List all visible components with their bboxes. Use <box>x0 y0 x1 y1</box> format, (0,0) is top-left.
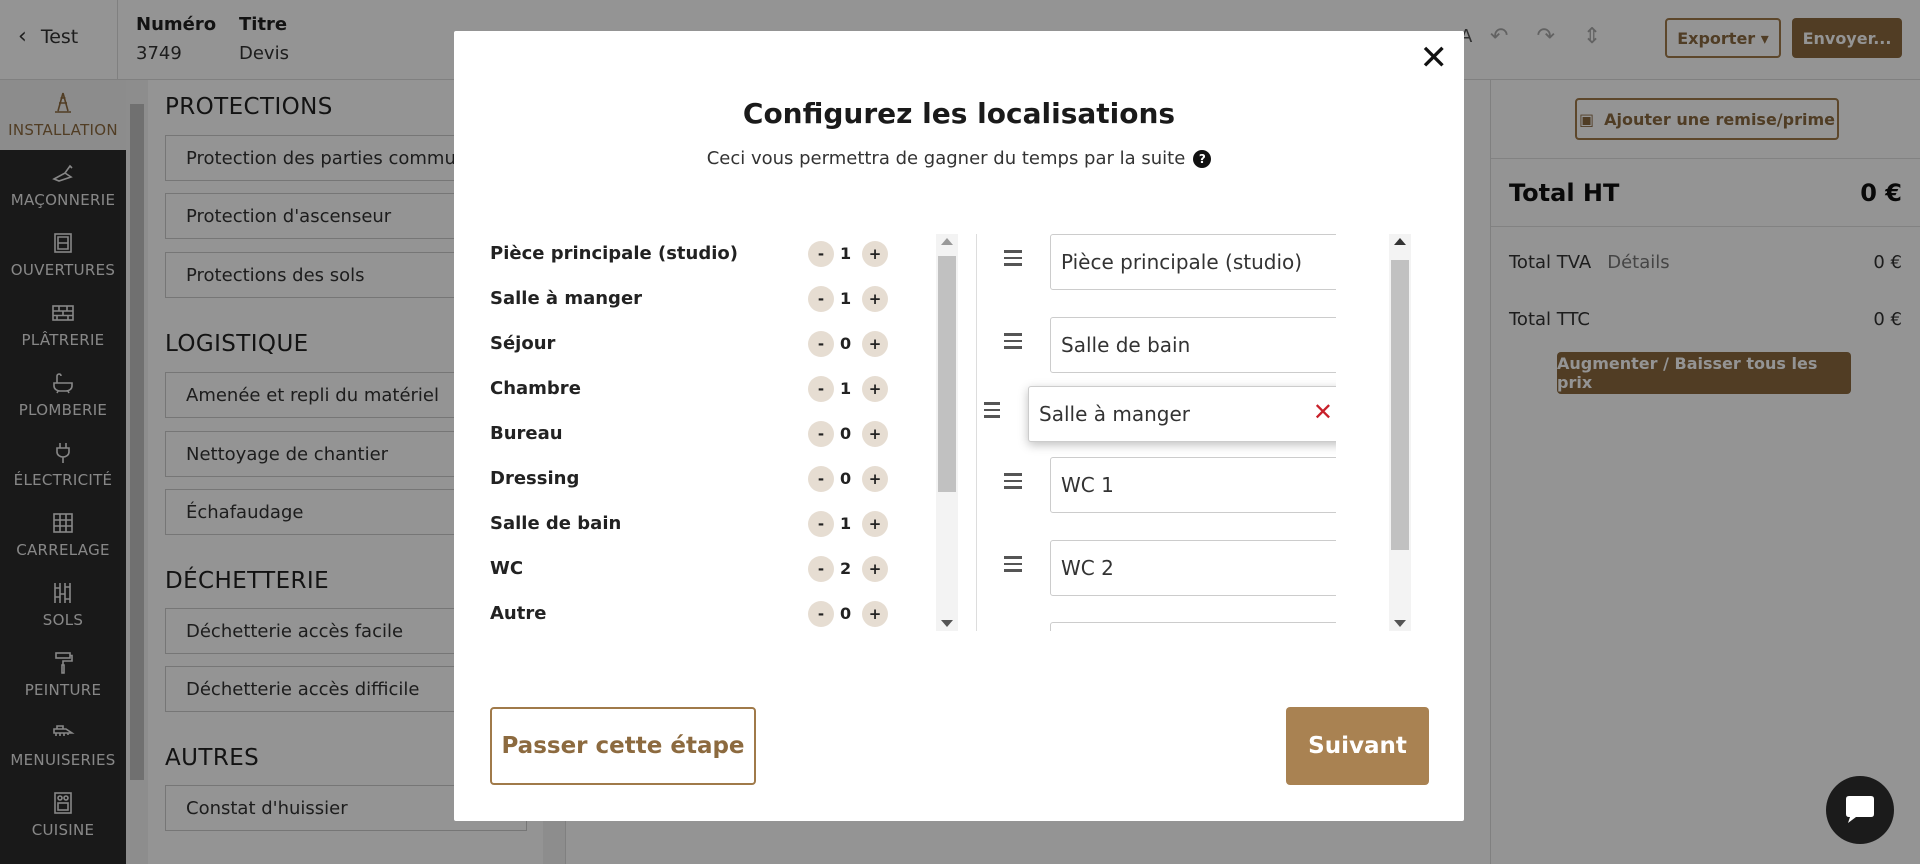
location-item[interactable]: Pièce principale (studio) ✕ <box>984 234 1336 290</box>
chat-button[interactable] <box>1826 776 1894 844</box>
increment-button[interactable]: + <box>862 510 888 537</box>
location-name: WC 2 <box>1061 556 1114 580</box>
delete-icon[interactable]: ✕ <box>1313 400 1333 424</box>
counters-scrollbar[interactable] <box>936 234 958 631</box>
help-icon[interactable]: ? <box>1193 150 1212 168</box>
decrement-button[interactable]: - <box>808 420 834 447</box>
modal-subtitle-text: Ceci vous permettra de gagner du temps p… <box>706 148 1186 169</box>
location-name: WC 1 <box>1061 473 1114 497</box>
counter-name: Pièce principale (studio) <box>490 243 738 264</box>
increment-button[interactable]: + <box>862 555 888 582</box>
decrement-button[interactable]: - <box>808 375 834 402</box>
decrement-button[interactable]: - <box>808 240 834 267</box>
counter-row: Salle de bain -1 + <box>490 501 902 546</box>
next-button[interactable]: Suivant <box>1286 707 1429 785</box>
location-item[interactable]: Salle de bain ✕ <box>984 317 1336 373</box>
counter-name: Autre <box>490 603 547 624</box>
counter-row: Bureau -0 + <box>490 411 902 456</box>
locations-scrollbar[interactable] <box>1389 234 1411 631</box>
location-field[interactable] <box>1050 622 1336 631</box>
scroll-down-arrow-icon[interactable] <box>1394 620 1406 627</box>
location-item[interactable]: WC 2 ✕ <box>984 540 1336 596</box>
increment-button[interactable]: + <box>862 600 888 627</box>
drag-handle-icon[interactable] <box>984 402 1000 422</box>
location-item[interactable] <box>984 622 1336 631</box>
decrement-button[interactable]: - <box>808 465 834 492</box>
increment-button[interactable]: + <box>862 420 888 447</box>
counter-row: WC -2 + <box>490 546 902 591</box>
counter-name: Séjour <box>490 333 556 354</box>
locations-modal: ✕ Configurez les localisations Ceci vous… <box>454 31 1464 821</box>
increment-button[interactable]: + <box>862 240 888 267</box>
counter-row: Chambre -1 + <box>490 366 902 411</box>
delete-icon[interactable]: ✕ <box>1335 471 1336 495</box>
increment-button[interactable]: + <box>862 375 888 402</box>
scroll-down-arrow-icon[interactable] <box>941 620 953 627</box>
decrement-button[interactable]: - <box>808 330 834 357</box>
drag-handle-icon[interactable] <box>1004 333 1022 353</box>
delete-icon[interactable]: ✕ <box>1335 554 1336 578</box>
delete-icon[interactable]: ✕ <box>1335 331 1336 355</box>
scroll-up-arrow-icon[interactable] <box>1394 238 1406 245</box>
counter-name: Bureau <box>490 423 563 444</box>
counter-value: 2 <box>840 559 852 578</box>
increment-button[interactable]: + <box>862 285 888 312</box>
decrement-button[interactable]: - <box>808 600 834 627</box>
scroll-thumb[interactable] <box>1391 260 1409 550</box>
modal-title: Configurez les localisations <box>742 97 1176 130</box>
skip-step-button[interactable]: Passer cette étape <box>490 707 756 785</box>
counter-value: 1 <box>840 244 852 263</box>
counter-row: Dressing -0 + <box>490 456 902 501</box>
location-name: Pièce principale (studio) <box>1061 250 1303 274</box>
modal-subtitle: Ceci vous permettra de gagner du temps p… <box>454 148 1464 169</box>
counter-name: Salle de bain <box>490 513 622 534</box>
location-field[interactable]: WC 2 ✕ <box>1050 540 1336 596</box>
counter-row: Autre -0 + <box>490 591 902 636</box>
counter-row: Salle à manger -1 + <box>490 276 902 321</box>
close-icon[interactable]: ✕ <box>1420 41 1449 75</box>
counter-row: Pièce principale (studio) -1 + <box>490 231 902 276</box>
decrement-button[interactable]: - <box>808 555 834 582</box>
increment-button[interactable]: + <box>862 330 888 357</box>
counter-name: Salle à manger <box>490 288 643 309</box>
drag-handle-icon[interactable] <box>1004 556 1022 576</box>
app-root: ‹ Test Numéro 3749 Titre Devis A ↶ ↷ ⇕ E… <box>0 0 1920 864</box>
scroll-thumb[interactable] <box>938 256 956 492</box>
location-name: Salle de bain <box>1061 333 1191 357</box>
counter-value: 0 <box>840 334 852 353</box>
decrement-button[interactable]: - <box>808 285 834 312</box>
counter-name: Chambre <box>490 378 581 399</box>
location-field[interactable]: Salle de bain ✕ <box>1050 317 1336 373</box>
counter-value: 1 <box>840 289 852 308</box>
counter-value: 1 <box>840 514 852 533</box>
counter-value: 0 <box>840 469 852 488</box>
location-item[interactable]: WC 1 ✕ <box>984 457 1336 513</box>
room-counters: Pièce principale (studio) -1 + Salle à man… <box>490 231 902 636</box>
location-field[interactable]: WC 1 ✕ <box>1050 457 1336 513</box>
location-item-dragging[interactable]: Salle à manger ✕ <box>984 386 1336 442</box>
delete-icon[interactable]: ✕ <box>1335 248 1336 272</box>
counter-name: WC <box>490 558 524 579</box>
counter-value: 0 <box>840 604 852 623</box>
increment-button[interactable]: + <box>862 465 888 492</box>
location-field[interactable]: Salle à manger ✕ <box>1028 386 1336 442</box>
locations-list: Pièce principale (studio) ✕ Salle de bain… <box>984 234 1336 631</box>
counter-value: 0 <box>840 424 852 443</box>
location-field[interactable]: Pièce principale (studio) ✕ <box>1050 234 1336 290</box>
decrement-button[interactable]: - <box>808 510 834 537</box>
location-name: Salle à manger <box>1039 402 1190 426</box>
counter-value: 1 <box>840 379 852 398</box>
column-divider <box>976 234 977 631</box>
drag-handle-icon[interactable] <box>1004 250 1022 270</box>
scroll-up-arrow-icon[interactable] <box>941 238 953 245</box>
chat-bubble-icon <box>1846 796 1874 823</box>
counter-name: Dressing <box>490 468 580 489</box>
counter-row: Séjour -0 + <box>490 321 902 366</box>
drag-handle-icon[interactable] <box>1004 473 1022 493</box>
